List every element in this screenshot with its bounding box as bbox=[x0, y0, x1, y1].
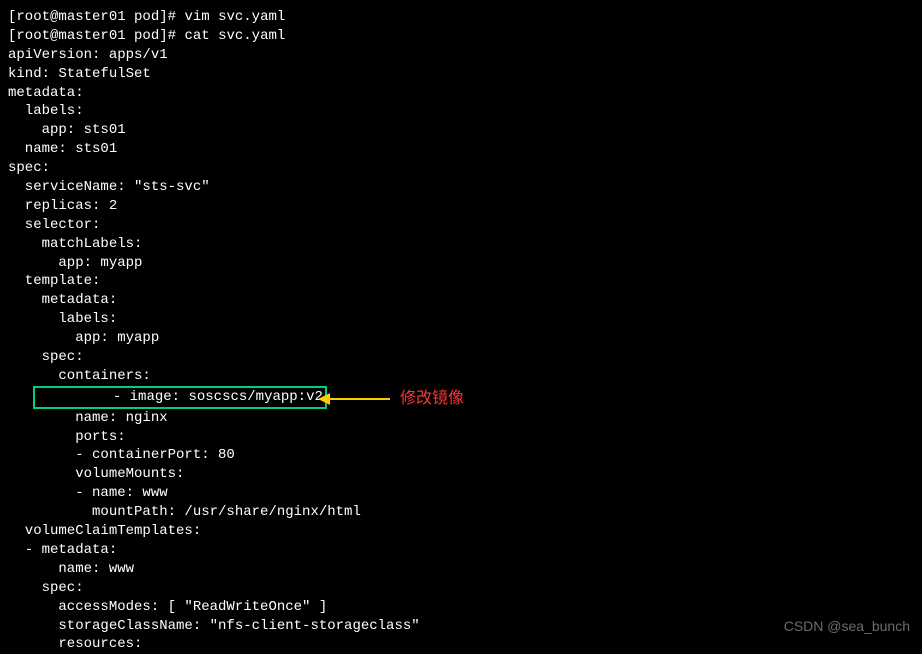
yaml-line: containers: bbox=[8, 367, 914, 386]
yaml-line: - containerPort: 80 bbox=[8, 446, 914, 465]
yaml-line: app: myapp bbox=[8, 329, 914, 348]
yaml-line: - metadata: bbox=[8, 541, 914, 560]
yaml-line: metadata: bbox=[8, 84, 914, 103]
arrow-line-icon bbox=[330, 398, 390, 400]
yaml-line: volumeClaimTemplates: bbox=[8, 522, 914, 541]
yaml-line: apiVersion: apps/v1 bbox=[8, 46, 914, 65]
yaml-line: kind: StatefulSet bbox=[8, 65, 914, 84]
yaml-line: spec: bbox=[8, 348, 914, 367]
yaml-line: storageClassName: "nfs-client-storagecla… bbox=[8, 617, 914, 636]
yaml-line: matchLabels: bbox=[8, 235, 914, 254]
yaml-line: app: sts01 bbox=[8, 121, 914, 140]
yaml-line: name: www bbox=[8, 560, 914, 579]
yaml-line: name: sts01 bbox=[8, 140, 914, 159]
yaml-line: - name: www bbox=[8, 484, 914, 503]
yaml-line: mountPath: /usr/share/nginx/html bbox=[8, 503, 914, 522]
watermark: CSDN @sea_bunch bbox=[784, 617, 910, 636]
yaml-line: metadata: bbox=[8, 291, 914, 310]
highlighted-image-line: - image: soscscs/myapp:v2 bbox=[33, 386, 327, 409]
prompt-line-2: [root@master01 pod]# cat svc.yaml bbox=[8, 27, 914, 46]
yaml-line: ports: bbox=[8, 428, 914, 447]
yaml-line: resources: bbox=[8, 635, 914, 654]
yaml-line: volumeMounts: bbox=[8, 465, 914, 484]
yaml-line: template: bbox=[8, 272, 914, 291]
yaml-line: spec: bbox=[8, 579, 914, 598]
annotation-label: 修改镜像 bbox=[400, 388, 464, 410]
yaml-line: labels: bbox=[8, 310, 914, 329]
yaml-line: accessModes: [ "ReadWriteOnce" ] bbox=[8, 598, 914, 617]
annotation-arrow: 修改镜像 bbox=[318, 388, 464, 410]
yaml-line: spec: bbox=[8, 159, 914, 178]
yaml-line: serviceName: "sts-svc" bbox=[8, 178, 914, 197]
yaml-line: selector: bbox=[8, 216, 914, 235]
yaml-line: name: nginx bbox=[8, 409, 914, 428]
arrow-head-icon bbox=[318, 393, 330, 405]
prompt-line-1: [root@master01 pod]# vim svc.yaml bbox=[8, 8, 914, 27]
yaml-line: labels: bbox=[8, 102, 914, 121]
yaml-line: app: myapp bbox=[8, 254, 914, 273]
yaml-line: replicas: 2 bbox=[8, 197, 914, 216]
terminal-output: [root@master01 pod]# vim svc.yaml [root@… bbox=[8, 8, 914, 654]
